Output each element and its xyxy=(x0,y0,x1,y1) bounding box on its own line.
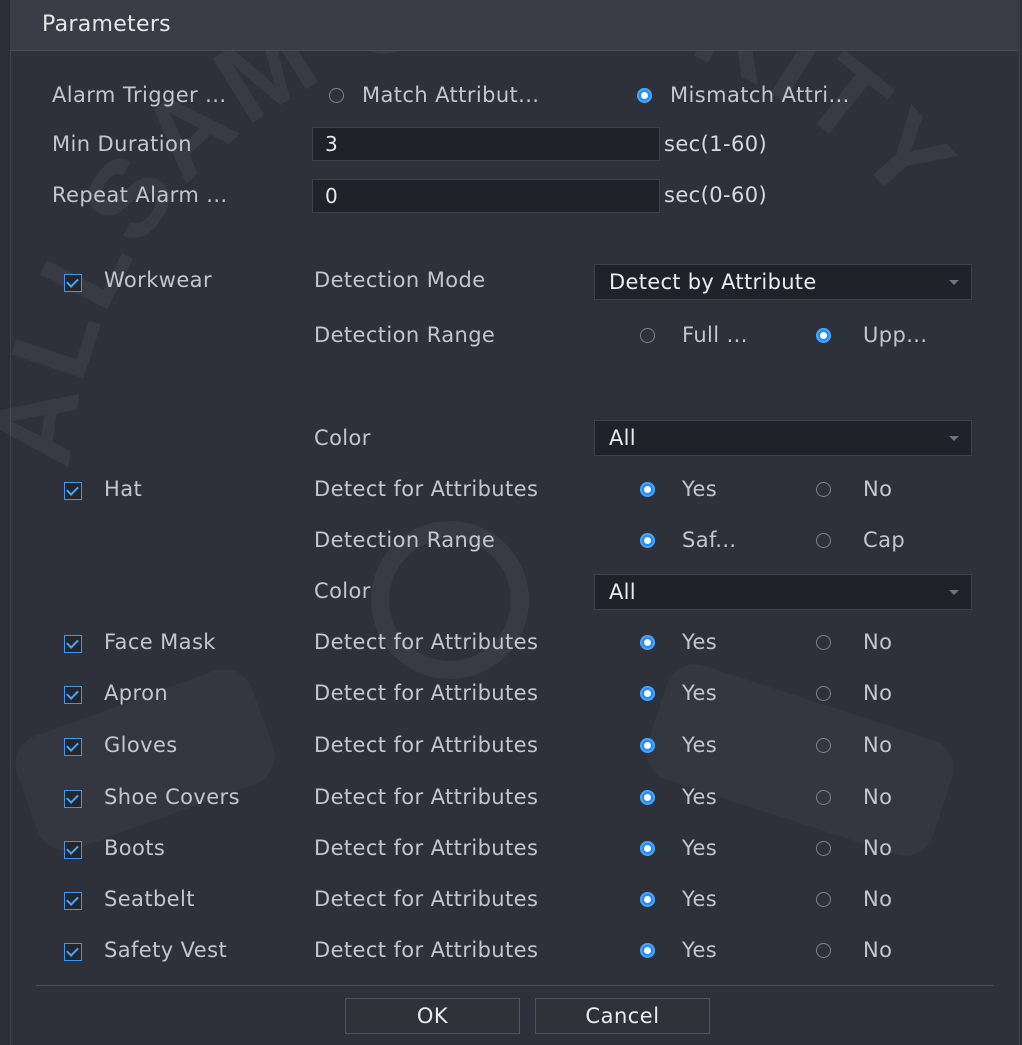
chevron-down-icon xyxy=(949,280,959,285)
min-duration-input[interactable]: 3 xyxy=(312,127,660,161)
apron-no-label[interactable]: No xyxy=(863,681,892,705)
boots-yes-label[interactable]: Yes xyxy=(682,836,717,860)
hat-detection-range-label: Detection Range xyxy=(314,528,496,552)
gloves-yes-label[interactable]: Yes xyxy=(682,733,717,757)
safety-vest-no-label[interactable]: No xyxy=(863,938,892,962)
footer-divider xyxy=(36,985,994,986)
apron-no-radio[interactable] xyxy=(816,686,831,701)
hat-color-select[interactable]: All xyxy=(594,574,972,610)
seatbelt-yes-radio[interactable] xyxy=(640,892,655,907)
seatbelt-label: Seatbelt xyxy=(104,887,195,911)
hat-range-cap-radio[interactable] xyxy=(816,533,831,548)
gloves-yes-radio[interactable] xyxy=(640,738,655,753)
repeat-alarm-unit: sec(0-60) xyxy=(664,183,768,207)
safety-vest-label: Safety Vest xyxy=(104,938,228,962)
detection-mode-select[interactable]: Detect by Attribute xyxy=(594,264,972,300)
workwear-color-label: Color xyxy=(314,426,371,450)
apron-checkbox[interactable] xyxy=(64,686,82,704)
workwear-label: Workwear xyxy=(104,268,212,292)
min-duration-label: Min Duration xyxy=(52,132,192,156)
boots-detect-label: Detect for Attributes xyxy=(314,836,539,860)
dialog-title: Parameters xyxy=(42,12,171,37)
safety-vest-no-radio[interactable] xyxy=(816,943,831,958)
face-mask-label: Face Mask xyxy=(104,630,216,654)
face-mask-detect-label: Detect for Attributes xyxy=(314,630,539,654)
workwear-checkbox[interactable] xyxy=(64,274,82,292)
face-mask-checkbox[interactable] xyxy=(64,635,82,653)
apron-yes-label[interactable]: Yes xyxy=(682,681,717,705)
chevron-down-icon xyxy=(949,436,959,441)
workwear-range-full-label[interactable]: Full ... xyxy=(682,323,748,347)
boots-checkbox[interactable] xyxy=(64,841,82,859)
dialog-titlebar: Parameters xyxy=(10,0,1018,51)
hat-color-value: All xyxy=(609,580,636,604)
workwear-range-upper-label[interactable]: Upp... xyxy=(863,323,927,347)
gloves-checkbox[interactable] xyxy=(64,738,82,756)
safety-vest-checkbox[interactable] xyxy=(64,943,82,961)
boots-yes-radio[interactable] xyxy=(640,841,655,856)
face-mask-yes-label[interactable]: Yes xyxy=(682,630,717,654)
mismatch-attribute-label[interactable]: Mismatch Attri... xyxy=(670,83,850,107)
workwear-detection-range-label: Detection Range xyxy=(314,323,496,347)
seatbelt-no-radio[interactable] xyxy=(816,892,831,907)
workwear-color-select[interactable]: All xyxy=(594,420,972,456)
hat-no-label[interactable]: No xyxy=(863,477,892,501)
face-mask-yes-radio[interactable] xyxy=(640,635,655,650)
apron-detect-label: Detect for Attributes xyxy=(314,681,539,705)
seatbelt-detect-label: Detect for Attributes xyxy=(314,887,539,911)
repeat-alarm-label: Repeat Alarm ... xyxy=(52,183,228,207)
alarm-trigger-label: Alarm Trigger ... xyxy=(52,83,227,107)
ok-button[interactable]: OK xyxy=(345,998,520,1034)
shoe-covers-no-label[interactable]: No xyxy=(863,785,892,809)
shoe-covers-checkbox[interactable] xyxy=(64,790,82,808)
workwear-range-full-radio[interactable] xyxy=(640,328,655,343)
hat-checkbox[interactable] xyxy=(64,482,82,500)
safety-vest-yes-label[interactable]: Yes xyxy=(682,938,717,962)
repeat-alarm-input[interactable]: 0 xyxy=(312,179,660,213)
hat-no-radio[interactable] xyxy=(816,482,831,497)
shoe-covers-no-radio[interactable] xyxy=(816,790,831,805)
shoe-covers-yes-label[interactable]: Yes xyxy=(682,785,717,809)
hat-range-cap-label[interactable]: Cap xyxy=(863,528,905,552)
min-duration-unit: sec(1-60) xyxy=(664,132,768,156)
gloves-label: Gloves xyxy=(104,733,178,757)
seatbelt-checkbox[interactable] xyxy=(64,892,82,910)
match-attribute-radio[interactable] xyxy=(329,88,344,103)
hat-range-safety-label[interactable]: Saf... xyxy=(682,528,737,552)
seatbelt-yes-label[interactable]: Yes xyxy=(682,887,717,911)
hat-color-label: Color xyxy=(314,579,371,603)
match-attribute-label[interactable]: Match Attribut... xyxy=(362,83,539,107)
detection-mode-value: Detect by Attribute xyxy=(609,270,817,294)
hat-detect-label: Detect for Attributes xyxy=(314,477,539,501)
cancel-button[interactable]: Cancel xyxy=(535,998,710,1034)
hat-label: Hat xyxy=(104,477,143,501)
detection-mode-label: Detection Mode xyxy=(314,268,486,292)
gloves-detect-label: Detect for Attributes xyxy=(314,733,539,757)
face-mask-no-radio[interactable] xyxy=(816,635,831,650)
mismatch-attribute-radio[interactable] xyxy=(637,88,652,103)
boots-no-label[interactable]: No xyxy=(863,836,892,860)
seatbelt-no-label[interactable]: No xyxy=(863,887,892,911)
face-mask-no-label[interactable]: No xyxy=(863,630,892,654)
chevron-down-icon xyxy=(949,590,959,595)
gloves-no-radio[interactable] xyxy=(816,738,831,753)
safety-vest-yes-radio[interactable] xyxy=(640,943,655,958)
workwear-range-upper-radio[interactable] xyxy=(816,328,831,343)
shoe-covers-label: Shoe Covers xyxy=(104,785,240,809)
workwear-color-value: All xyxy=(609,426,636,450)
apron-label: Apron xyxy=(104,681,169,705)
boots-no-radio[interactable] xyxy=(816,841,831,856)
hat-range-safety-radio[interactable] xyxy=(640,533,655,548)
gloves-no-label[interactable]: No xyxy=(863,733,892,757)
apron-yes-radio[interactable] xyxy=(640,686,655,701)
shoe-covers-yes-radio[interactable] xyxy=(640,790,655,805)
shoe-covers-detect-label: Detect for Attributes xyxy=(314,785,539,809)
safety-vest-detect-label: Detect for Attributes xyxy=(314,938,539,962)
hat-yes-radio[interactable] xyxy=(640,482,655,497)
boots-label: Boots xyxy=(104,836,166,860)
hat-yes-label[interactable]: Yes xyxy=(682,477,717,501)
